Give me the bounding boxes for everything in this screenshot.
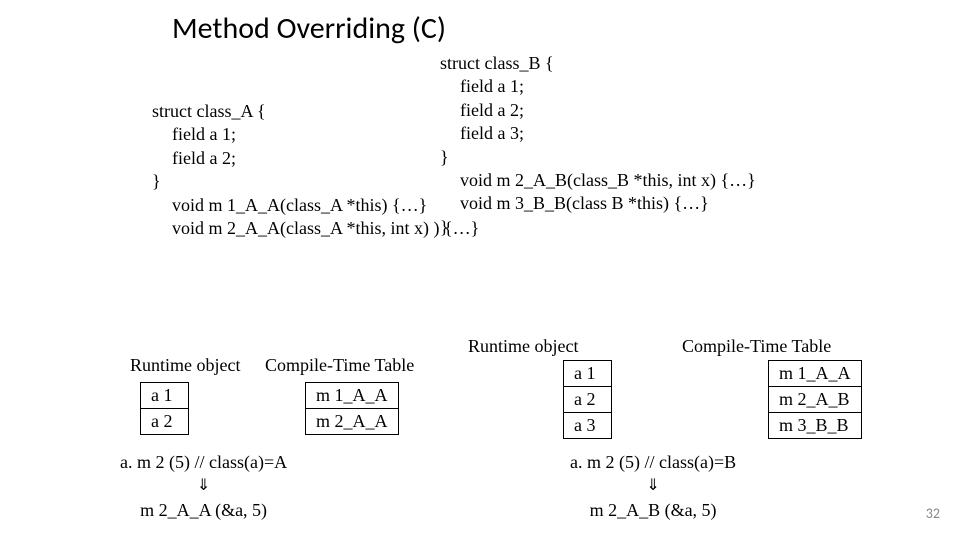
- runtime-object-table-a: a 1 a 2: [140, 382, 189, 435]
- code-line: field a 3;: [440, 122, 756, 145]
- table-cell: m 1_A_A: [306, 383, 399, 409]
- runtime-object-table-b: a 1 a 2 a 3: [563, 360, 612, 439]
- code-line: void m 2_A_A(class_A *this, int x) ) {…}: [152, 217, 479, 240]
- table-cell: a 2: [141, 409, 189, 435]
- down-arrow-icon: ⇓: [570, 475, 736, 497]
- page-number: 32: [926, 505, 940, 522]
- table-cell: m 2_A_A: [306, 409, 399, 435]
- derivation-b: a. m 2 (5) // class(a)=B ⇓ m 2_A_B (&a, …: [570, 450, 736, 523]
- derivation-a: a. m 2 (5) // class(a)=A ⇓ m 2_A_A (&a, …: [120, 450, 287, 523]
- table-cell: a 1: [564, 361, 612, 387]
- code-line: field a 1;: [152, 123, 479, 146]
- slide-title: Method Overriding (C): [172, 10, 446, 47]
- code-line: struct class_B {: [440, 52, 756, 75]
- code-line: void m 3_B_B(class B *this) {…}: [440, 192, 756, 215]
- runtime-object-label: Runtime object: [468, 336, 578, 357]
- code-line: }: [440, 216, 756, 239]
- struct-a-code: struct class_A { field a 1; field a 2; }…: [152, 100, 479, 240]
- derivation-line: a. m 2 (5) // class(a)=A: [120, 450, 287, 475]
- table-cell: a 3: [564, 413, 612, 439]
- compile-time-table-a: m 1_A_A m 2_A_A: [305, 382, 399, 435]
- struct-b-code: struct class_B { field a 1; field a 2; f…: [440, 52, 756, 239]
- table-cell: m 2_A_B: [769, 387, 862, 413]
- code-line: field a 2;: [440, 99, 756, 122]
- code-line: }: [152, 170, 479, 193]
- table-cell: a 2: [564, 387, 612, 413]
- code-line: field a 1;: [440, 75, 756, 98]
- compile-time-table-label: Compile-Time Table: [682, 336, 831, 357]
- derivation-line: a. m 2 (5) // class(a)=B: [570, 450, 736, 475]
- code-line: void m 1_A_A(class_A *this) {…}: [152, 194, 479, 217]
- code-line: struct class_A {: [152, 100, 479, 123]
- down-arrow-icon: ⇓: [120, 475, 287, 497]
- code-line: void m 2_A_B(class_B *this, int x) {…}: [440, 169, 756, 192]
- runtime-object-label: Runtime object: [130, 355, 240, 376]
- compile-time-table-b: m 1_A_A m 2_A_B m 3_B_B: [768, 360, 862, 439]
- code-line: }: [440, 146, 756, 169]
- derivation-line: m 2_A_A (&a, 5): [120, 498, 287, 523]
- code-line: field a 2;: [152, 147, 479, 170]
- table-cell: m 3_B_B: [769, 413, 862, 439]
- table-cell: m 1_A_A: [769, 361, 862, 387]
- derivation-line: m 2_A_B (&a, 5): [570, 498, 736, 523]
- table-cell: a 1: [141, 383, 189, 409]
- compile-time-table-label: Compile-Time Table: [265, 355, 414, 376]
